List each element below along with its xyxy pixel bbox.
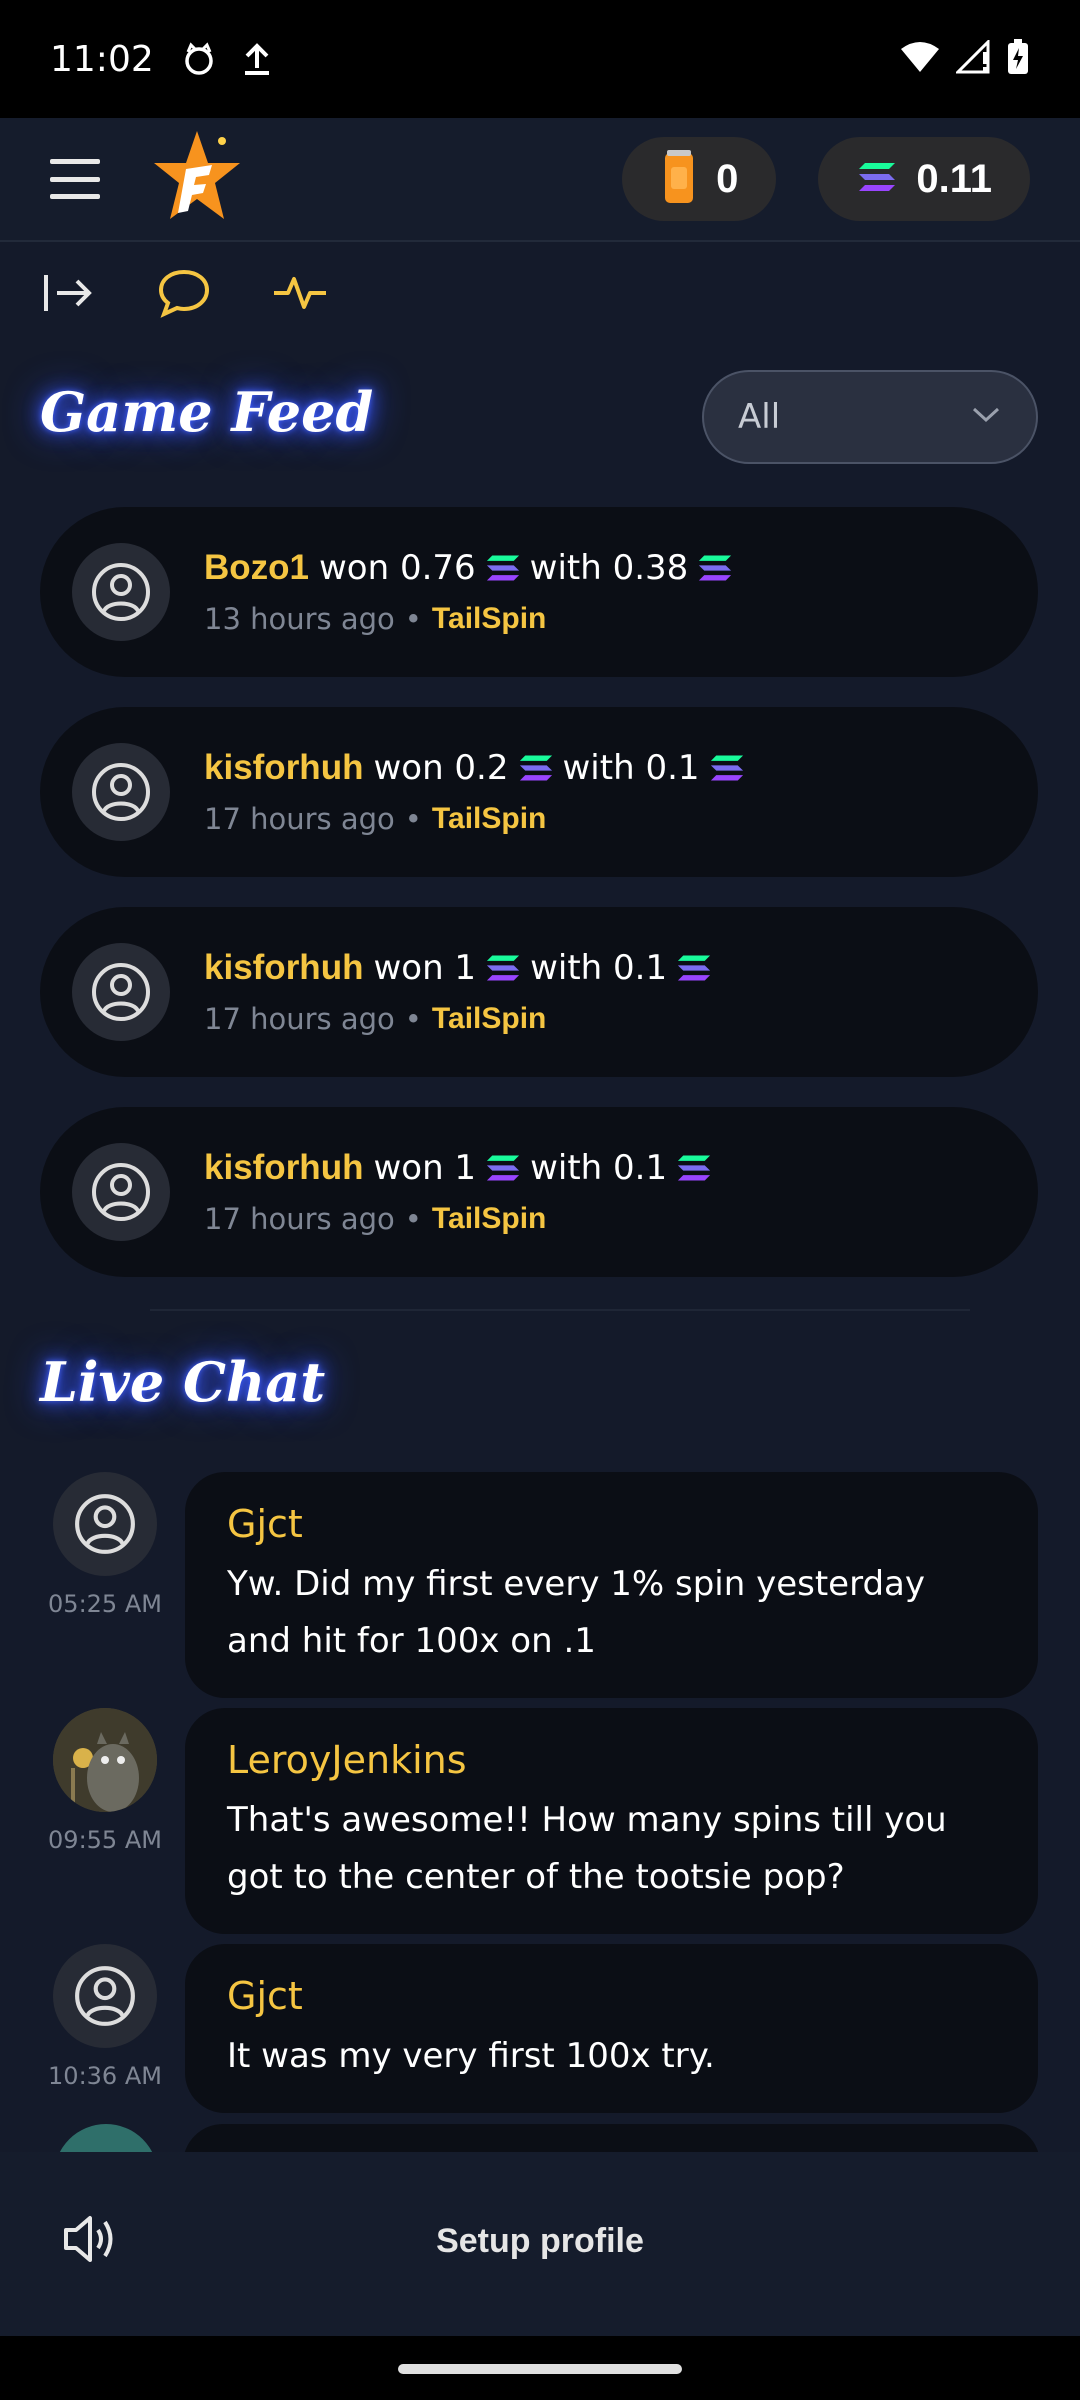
upload-icon [242, 42, 272, 76]
chat-text: Yw. Did my first every 1% spin yesterday… [227, 1564, 926, 1661]
soda-balance-pill[interactable]: 0 [622, 137, 777, 221]
chat-username[interactable]: Gjct [227, 1974, 998, 2018]
feed-separator: • [404, 802, 422, 836]
battery-icon [1006, 38, 1030, 80]
creature-avatar-icon [53, 1708, 157, 1812]
app-logo[interactable] [152, 129, 242, 229]
chat-time: 10:36 AM [48, 2062, 162, 2090]
cat-notification-icon [182, 42, 216, 76]
solana-icon [677, 1154, 711, 1182]
user-icon [75, 1494, 135, 1554]
chat-message: 09:55 AM LeroyJenkins That's awesome!! H… [40, 1708, 1040, 1934]
activity-icon[interactable] [272, 265, 328, 321]
avatar [72, 743, 170, 841]
system-nav-bar [0, 2336, 1080, 2400]
solana-icon [710, 754, 744, 782]
feed-separator: • [404, 602, 422, 636]
user-icon [75, 1966, 135, 2026]
user-icon [92, 563, 150, 621]
top-app-bar: 0 0.11 [0, 118, 1080, 242]
solana-icon [519, 754, 553, 782]
feed-item[interactable]: kisforhuh won 1 with 0.1 17 hours ago • … [40, 907, 1038, 1077]
feed-won-amount: won 0.76 [319, 548, 476, 588]
collapse-sidebar-icon[interactable] [40, 265, 96, 321]
chat-text: It was my very first 100x try. [227, 2036, 715, 2076]
setup-profile-button[interactable]: Setup profile [0, 2222, 1080, 2261]
chat-text: That's awesome!! How many spins till you… [227, 1800, 947, 1897]
user-icon [92, 763, 150, 821]
avatar [72, 543, 170, 641]
feed-game-link[interactable]: TailSpin [432, 602, 546, 636]
feed-item[interactable]: kisforhuh won 1 with 0.1 17 hours ago • … [40, 1107, 1038, 1277]
user-icon [92, 1163, 150, 1221]
chat-message-partial [52, 2124, 1042, 2152]
feed-item[interactable]: kisforhuh won 0.2 with 0.1 17 hours ago … [40, 707, 1038, 877]
menu-icon[interactable] [50, 159, 100, 199]
soda-can-icon [662, 149, 696, 209]
feed-bet-amount: with 0.1 [562, 748, 700, 788]
feed-game-link[interactable]: TailSpin [432, 1202, 546, 1236]
sol-balance-value: 0.11 [916, 156, 992, 201]
avatar[interactable] [53, 1944, 157, 2048]
chat-bubble-icon[interactable] [156, 265, 212, 321]
feed-filter-value: All [738, 397, 781, 437]
avatar[interactable] [53, 1472, 157, 1576]
avatar[interactable] [54, 2124, 158, 2152]
feed-username[interactable]: kisforhuh [204, 1148, 363, 1188]
chat-message: 10:36 AM Gjct It was my very first 100x … [40, 1944, 1040, 2113]
feed-won-amount: won 1 [373, 1148, 477, 1188]
solana-icon [486, 1154, 520, 1182]
solana-icon [698, 554, 732, 582]
feed-won-amount: won 1 [373, 948, 477, 988]
sidebar-toolbar [40, 265, 328, 321]
feed-game-link[interactable]: TailSpin [432, 802, 546, 836]
status-time: 11:02 [50, 38, 154, 80]
feed-separator: • [404, 1202, 422, 1236]
feed-time: 17 hours ago [204, 802, 395, 836]
solana-icon [486, 554, 520, 582]
chat-bubble: Gjct It was my very first 100x try. [185, 1944, 1038, 2113]
section-divider [150, 1309, 970, 1311]
feed-item[interactable]: Bozo1 won 0.76 with 0.38 13 hours ago • … [40, 507, 1038, 677]
cell-signal-icon [954, 38, 990, 78]
chat-bubble [183, 2124, 1040, 2152]
chat-message: 05:25 AM Gjct Yw. Did my first every 1% … [40, 1472, 1040, 1698]
sol-balance-pill[interactable]: 0.11 [818, 137, 1030, 221]
feed-time: 17 hours ago [204, 1002, 395, 1036]
chat-bubble: Gjct Yw. Did my first every 1% spin yest… [185, 1472, 1038, 1698]
feed-bet-amount: with 0.1 [530, 948, 668, 988]
solana-icon [486, 954, 520, 982]
feed-username[interactable]: kisforhuh [204, 948, 363, 988]
avatar[interactable] [53, 1708, 157, 1812]
game-feed-title: Game Feed [40, 380, 374, 444]
solana-icon [858, 162, 896, 196]
feed-username[interactable]: Bozo1 [204, 548, 309, 588]
user-icon [92, 963, 150, 1021]
feed-username[interactable]: kisforhuh [204, 748, 363, 788]
feed-bet-amount: with 0.1 [530, 1148, 668, 1188]
feed-separator: • [404, 1002, 422, 1036]
feed-filter-dropdown[interactable]: All [702, 370, 1038, 464]
chat-time: 09:55 AM [48, 1826, 162, 1854]
feed-bet-amount: with 0.38 [529, 548, 689, 588]
avatar [72, 1143, 170, 1241]
wifi-icon [900, 40, 940, 78]
live-chat-title: Live Chat [40, 1350, 326, 1414]
home-indicator[interactable] [398, 2364, 682, 2374]
status-bar: 11:02 [0, 0, 1080, 118]
feed-time: 13 hours ago [204, 602, 395, 636]
solana-icon [677, 954, 711, 982]
soda-balance-value: 0 [716, 156, 739, 201]
avatar [72, 943, 170, 1041]
chat-bubble: LeroyJenkins That's awesome!! How many s… [185, 1708, 1038, 1934]
bottom-bar: Setup profile [0, 2152, 1080, 2336]
feed-won-amount: won 0.2 [373, 748, 509, 788]
chat-username[interactable]: Gjct [227, 1502, 998, 1546]
feed-game-link[interactable]: TailSpin [432, 1002, 546, 1036]
chat-time: 05:25 AM [48, 1590, 162, 1618]
chat-username[interactable]: LeroyJenkins [227, 1738, 998, 1782]
chevron-down-icon [972, 407, 1000, 427]
feed-time: 17 hours ago [204, 1202, 395, 1236]
